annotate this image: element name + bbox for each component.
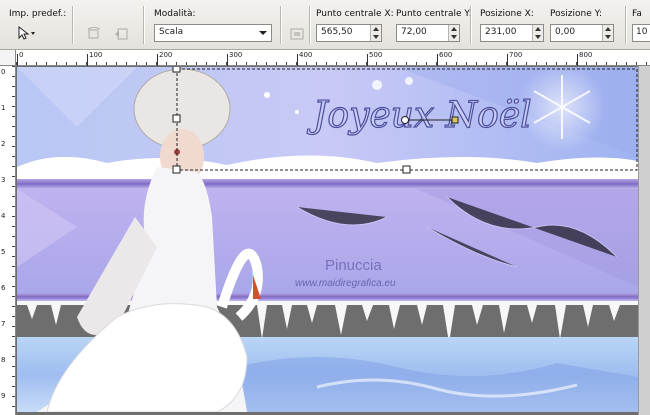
center-x-value: 565,50 — [321, 27, 353, 37]
chevron-up-icon — [451, 27, 457, 31]
center-icon — [290, 28, 304, 40]
position-x-stepper[interactable] — [532, 25, 543, 41]
toolbar-separator — [625, 6, 626, 44]
toolbar-separator — [470, 6, 471, 44]
position-x-value: 231,00 — [485, 27, 517, 37]
ruler-number: 100 — [89, 51, 103, 59]
ruler-number: 700 — [509, 51, 523, 59]
chevron-down-icon — [373, 35, 379, 39]
mode-select-value: Scala — [159, 27, 184, 37]
ruler-number: 4 — [1, 212, 6, 220]
center-x-label: Punto centrale X: — [316, 9, 394, 19]
ruler-number: 9 — [1, 392, 6, 400]
position-y-value: 0,00 — [555, 27, 576, 37]
toolbar-separator — [280, 6, 281, 44]
resize-handle[interactable] — [172, 114, 181, 123]
ruler-number: 200 — [159, 51, 173, 59]
reset-icon — [115, 28, 128, 40]
chevron-up-icon — [605, 27, 611, 31]
ruler-number: 3 — [1, 176, 6, 184]
ruler-number: 2 — [1, 140, 6, 148]
center-y-stepper[interactable] — [448, 25, 459, 41]
workspace: 0 100 200 300 400 500 600 700 800 0 1 2 … — [0, 50, 650, 415]
ruler-corner — [0, 50, 16, 66]
position-x-field[interactable]: 231,00 — [480, 24, 544, 42]
position-y-stepper[interactable] — [602, 25, 613, 41]
tool-options-bar: Imp. predef.: Modalità: Scala Punto cent… — [0, 0, 650, 50]
center-point-handle[interactable] — [401, 116, 409, 124]
ruler-number: 0 — [19, 51, 24, 59]
center-button[interactable] — [287, 25, 307, 43]
image-canvas[interactable]: Joyeux Noël Pinuccia www.maidiregrafica.… — [17, 67, 638, 412]
rotate-icon — [87, 27, 101, 39]
chevron-up-icon — [373, 27, 379, 31]
christmas-artwork: Joyeux Noël Pinuccia www.maidiregrafica.… — [17, 67, 638, 412]
preset-label: Imp. predef.: — [9, 9, 67, 19]
toolbar-separator — [309, 6, 310, 44]
ruler-number: 5 — [1, 248, 6, 256]
resize-handle[interactable] — [172, 67, 181, 73]
center-y-label: Punto centrale Y: — [396, 9, 472, 19]
watermark-name: Pinuccia — [325, 257, 382, 274]
chevron-down-icon — [605, 35, 611, 39]
cut-field[interactable]: 10 — [632, 24, 650, 42]
preset-group: Imp. predef.: — [0, 0, 70, 48]
center-y-field[interactable]: 72,00 — [396, 24, 460, 42]
position-x-label: Posizione X: — [480, 9, 534, 19]
mode-select[interactable]: Scala — [154, 24, 272, 42]
reset-button[interactable] — [112, 25, 132, 43]
ruler-number: 600 — [439, 51, 453, 59]
toolbar-separator — [72, 6, 73, 44]
mode-label: Modalità: — [154, 9, 196, 19]
preset-picker-button[interactable] — [12, 24, 40, 42]
ruler-number: 8 — [1, 356, 6, 364]
arrow-cursor-icon — [18, 26, 35, 40]
ruler-number: 300 — [229, 51, 243, 59]
resize-handle[interactable] — [172, 165, 181, 174]
position-y-label: Posizione Y: — [550, 9, 602, 19]
greeting-text: Joyeux Noël — [306, 95, 532, 136]
chevron-down-icon — [259, 31, 267, 35]
rotation-handle[interactable] — [451, 116, 459, 124]
cut-value: 10 — [636, 27, 648, 37]
ruler-number: 800 — [579, 51, 593, 59]
cut-label: Fa — [632, 9, 642, 19]
chevron-down-icon — [451, 35, 457, 39]
toolbar-separator — [143, 6, 144, 44]
watermark-url: www.maidiregrafica.eu — [295, 278, 396, 289]
ruler-number: 7 — [1, 320, 6, 328]
center-y-value: 72,00 — [401, 27, 427, 37]
center-x-field[interactable]: 565,50 — [316, 24, 382, 42]
center-x-stepper[interactable] — [370, 25, 381, 41]
resize-handle[interactable] — [402, 165, 411, 174]
rotate-button[interactable] — [84, 25, 104, 43]
chevron-down-icon — [535, 35, 541, 39]
vertical-scrollbar[interactable] — [638, 66, 650, 415]
ruler-number: 500 — [369, 51, 383, 59]
position-y-field[interactable]: 0,00 — [550, 24, 614, 42]
ruler-number: 0 — [1, 68, 6, 76]
chevron-up-icon — [535, 27, 541, 31]
ruler-number: 1 — [1, 104, 6, 112]
vertical-ruler: 0 1 2 3 4 5 6 7 8 9 — [0, 66, 16, 415]
horizontal-ruler: 0 100 200 300 400 500 600 700 800 — [16, 50, 650, 66]
ruler-number: 6 — [1, 284, 6, 292]
ruler-number: 400 — [299, 51, 313, 59]
